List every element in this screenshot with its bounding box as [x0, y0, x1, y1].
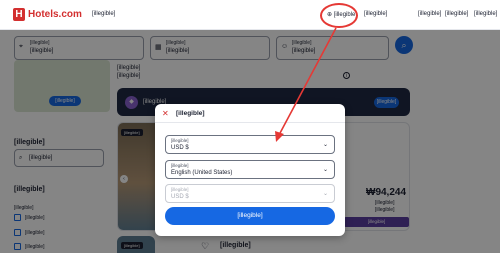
- annotation-arrow-line: [278, 27, 337, 136]
- annotation-arrow: [275, 27, 337, 142]
- annotation-arrow-head: [275, 131, 284, 142]
